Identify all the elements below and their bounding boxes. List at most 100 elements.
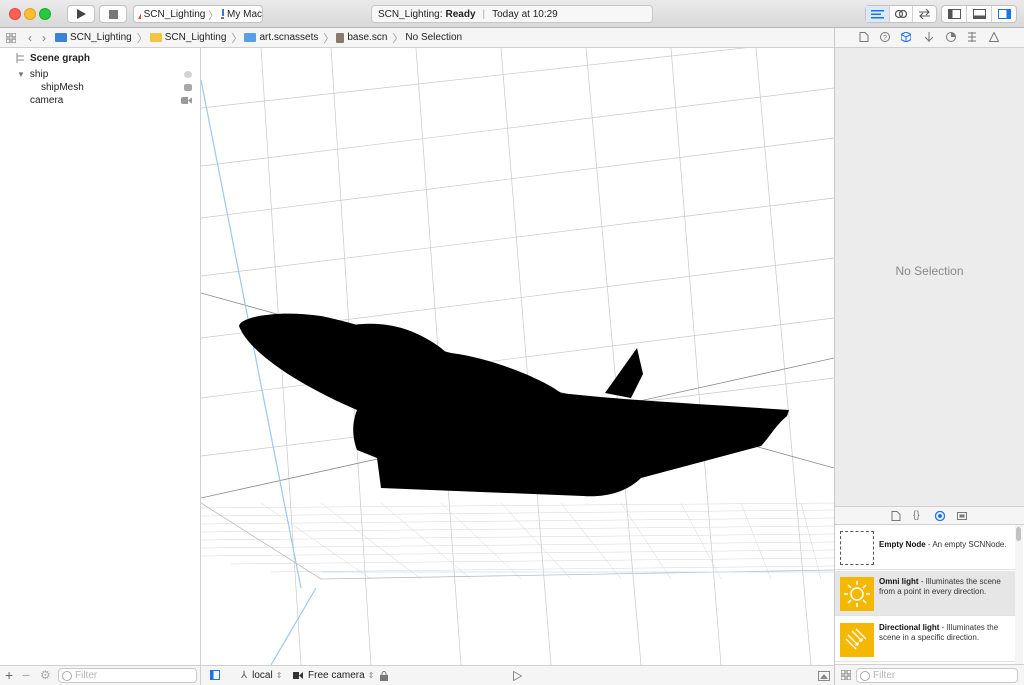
physics-inspector-icon[interactable] xyxy=(967,32,977,42)
gear-icon[interactable]: ⚙ xyxy=(40,668,51,682)
utilities-panel: ? No Selection {} Empty Node - An empty … xyxy=(834,28,1024,685)
breadcrumb-asset-catalog[interactable]: 〉 art.scnassets xyxy=(229,30,318,46)
chevron-right-icon: 〉 xyxy=(136,32,148,45)
assistant-editor-button[interactable] xyxy=(890,6,914,22)
library-item-empty-node[interactable]: Empty Node - An empty SCNNode. xyxy=(835,525,1015,570)
filter-icon xyxy=(62,671,72,681)
code-snippet-icon[interactable]: {} xyxy=(913,510,920,521)
scene-editor-bar: ⅄ local ⇕ Free camera ⇕ xyxy=(201,665,834,685)
library-item-omni-light[interactable]: Omni light - Illuminates the scene from … xyxy=(835,571,1015,616)
toolbar: SCN_Lighting 〉 My Mac SCN_Lighting: Read… xyxy=(0,0,1024,28)
breadcrumb-label: SCN_Lighting xyxy=(70,32,132,43)
node-label: camera xyxy=(30,95,64,106)
inspector-toggle-icon[interactable] xyxy=(818,671,830,681)
editor-mode-control xyxy=(865,5,937,23)
scnassets-folder-icon xyxy=(244,33,257,42)
axis-guide xyxy=(270,587,317,665)
library-item-text: Directional light - Illuminates the scen… xyxy=(879,623,999,642)
left-panel-icon xyxy=(947,9,961,19)
library-item-text: Empty Node - An empty SCNNode. xyxy=(879,540,1007,549)
filter-icon xyxy=(860,671,870,681)
camera-icon xyxy=(181,97,192,104)
file-inspector-icon[interactable] xyxy=(859,32,869,42)
breadcrumb-label: base.scn xyxy=(347,32,388,43)
status-divider: | xyxy=(482,8,486,20)
empty-node-icon xyxy=(840,531,874,565)
version-editor-button[interactable] xyxy=(913,6,936,22)
node-inspector-icon[interactable] xyxy=(901,32,911,42)
scrollbar-thumb[interactable] xyxy=(1016,527,1021,541)
chevron-right-icon: 〉 xyxy=(208,10,219,22)
stop-button[interactable] xyxy=(99,5,127,23)
related-items-grid-icon[interactable] xyxy=(6,32,16,43)
sidebar-toggle-icon[interactable] xyxy=(210,670,220,680)
scene-graph-header: Scene graph xyxy=(0,52,200,65)
breadcrumb-file[interactable]: 〉 base.scn xyxy=(321,30,387,46)
material-inspector-icon[interactable] xyxy=(946,32,956,42)
node-label: ship xyxy=(29,69,49,80)
ship-model[interactable] xyxy=(239,313,789,497)
align-lines-icon xyxy=(870,9,884,18)
mac-icon xyxy=(221,9,224,19)
scene-canvas[interactable] xyxy=(201,48,834,665)
play-icon xyxy=(77,9,86,19)
breadcrumb-group[interactable]: 〉 SCN_Lighting xyxy=(135,30,227,46)
disclosure-triangle-icon[interactable]: ▼ xyxy=(17,70,25,79)
library-scrollbar[interactable] xyxy=(1015,525,1023,664)
breadcrumb-project[interactable]: SCN_Lighting xyxy=(55,32,132,43)
play-animation-icon[interactable] xyxy=(513,671,522,681)
scene-graph-footer: + − ⚙ Filter xyxy=(0,665,201,685)
stop-icon xyxy=(108,9,118,19)
tree-icon xyxy=(16,53,24,63)
destination-name: My Mac xyxy=(227,8,262,20)
floor-grid xyxy=(201,502,834,580)
file-template-icon[interactable] xyxy=(891,511,901,521)
lock-icon[interactable] xyxy=(380,670,389,681)
zoom-window-button[interactable] xyxy=(39,8,51,20)
library-item-directional-light[interactable]: Directional light - Illuminates the scen… xyxy=(835,617,1015,662)
remove-icon[interactable]: − xyxy=(22,667,30,683)
scene-node-camera[interactable]: camera xyxy=(0,94,200,107)
quick-help-icon[interactable]: ? xyxy=(880,32,890,42)
camera-popup[interactable]: Free camera ⇕ xyxy=(293,670,389,681)
grid-view-icon[interactable] xyxy=(841,670,851,680)
scene-graph-filter-input[interactable]: Filter xyxy=(58,668,197,683)
breadcrumb-label: SCN_Lighting xyxy=(164,32,227,43)
scene-inspector-icon[interactable] xyxy=(989,32,999,42)
close-window-button[interactable] xyxy=(9,8,21,20)
forward-arrow-icon[interactable]: › xyxy=(42,31,46,45)
scheme-name: SCN_Lighting xyxy=(143,8,206,20)
popup-arrows-icon: ⇕ xyxy=(367,671,375,680)
scene-node-ship[interactable]: ▼ ship xyxy=(0,68,200,81)
scene-node-shipmesh[interactable]: shipMesh xyxy=(0,81,200,94)
run-button[interactable] xyxy=(67,5,95,23)
geometry-icon xyxy=(184,84,192,91)
toggle-utilities-button[interactable] xyxy=(992,6,1016,22)
standard-editor-button[interactable] xyxy=(866,6,890,22)
status-app: SCN_Lighting: xyxy=(378,8,443,20)
scene-file-icon xyxy=(336,32,345,43)
omni-light-icon xyxy=(840,577,874,611)
library-tab-bar: {} xyxy=(835,506,1024,525)
add-icon[interactable]: + xyxy=(5,667,13,683)
chevron-right-icon: 〉 xyxy=(323,32,335,45)
breadcrumb-selection[interactable]: 〉 No Selection xyxy=(390,30,462,46)
panel-visibility-control xyxy=(941,5,1017,23)
back-arrow-icon[interactable]: ‹ xyxy=(28,31,32,45)
attributes-inspector-icon[interactable] xyxy=(924,32,934,42)
scheme-selector[interactable]: SCN_Lighting 〉 My Mac xyxy=(133,5,263,23)
floor-edge xyxy=(201,502,834,580)
object-library-list: Empty Node - An empty SCNNode. Omni ligh… xyxy=(835,525,1024,664)
filter-placeholder: Filter xyxy=(75,670,98,681)
folder-icon xyxy=(149,33,162,42)
axes-icon: ⅄ xyxy=(241,670,248,681)
toggle-navigator-button[interactable] xyxy=(942,6,967,22)
media-library-icon[interactable] xyxy=(957,511,967,521)
scene-viewport[interactable] xyxy=(201,48,834,665)
minimize-window-button[interactable] xyxy=(24,8,36,20)
app-target-icon xyxy=(138,14,141,19)
library-filter-input[interactable]: Filter xyxy=(856,668,1018,683)
coordinate-space-popup[interactable]: ⅄ local ⇕ xyxy=(241,670,282,681)
object-library-icon[interactable] xyxy=(935,511,945,521)
toggle-debug-area-button[interactable] xyxy=(967,6,992,22)
